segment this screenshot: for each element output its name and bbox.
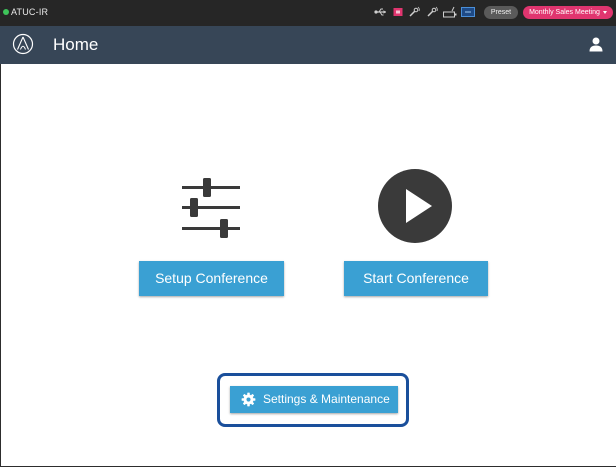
settings-maintenance-label: Settings & Maintenance bbox=[263, 392, 390, 406]
device-name: ATUC-IR bbox=[11, 7, 49, 17]
sliders-icon bbox=[182, 178, 240, 238]
usb-icon bbox=[374, 8, 386, 16]
battery-icon bbox=[443, 6, 457, 18]
caret-down-icon bbox=[602, 10, 607, 14]
record-indicator-icon bbox=[393, 8, 403, 16]
gear-icon bbox=[241, 392, 256, 407]
meeting-name: Monthly Sales Meeting bbox=[529, 9, 600, 16]
settings-maintenance-button[interactable]: Settings & Maintenance bbox=[230, 386, 398, 413]
preset-badge[interactable]: Preset bbox=[484, 6, 518, 19]
connection-status-dot bbox=[3, 9, 9, 15]
start-conference-button[interactable]: Start Conference bbox=[344, 261, 488, 296]
mic-signal-icon bbox=[409, 6, 420, 17]
network-icon bbox=[461, 7, 475, 17]
status-bar: ATUC-IR Preset Monthly Sales Meeting bbox=[0, 0, 616, 26]
page-title: Home bbox=[53, 35, 99, 54]
setup-conference-button[interactable]: Setup Conference bbox=[139, 261, 284, 296]
mic-signal-icon bbox=[427, 6, 438, 17]
audio-technica-logo-icon bbox=[12, 33, 34, 55]
meeting-select[interactable]: Monthly Sales Meeting bbox=[523, 6, 613, 19]
play-circle-icon[interactable] bbox=[377, 168, 453, 244]
header-bar: Home bbox=[0, 26, 616, 64]
user-icon[interactable] bbox=[589, 37, 603, 52]
